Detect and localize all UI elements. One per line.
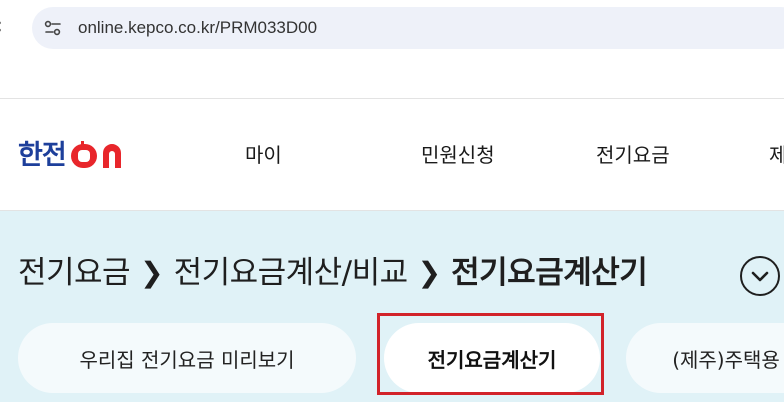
breadcrumb: 전기요금 ❯ 전기요금계산/비교 ❯ 전기요금계산기 bbox=[18, 253, 648, 293]
site-header: 한전 마이 민원신청 전기요금 제 bbox=[0, 98, 784, 211]
chevron-right-icon: ❯ bbox=[140, 256, 164, 289]
logo-on-mark bbox=[70, 141, 121, 168]
nav-item-partial[interactable]: 제 bbox=[769, 142, 784, 168]
tab-label: (제주)주택용 bbox=[672, 347, 780, 372]
nav-item-electricity-bill[interactable]: 전기요금 bbox=[596, 142, 670, 168]
logo-text: 한전 bbox=[18, 140, 67, 171]
kepco-on-logo[interactable]: 한전 bbox=[18, 139, 132, 173]
browser-toolbar: ‹ online.kepco.co.kr/PRM033D00 bbox=[0, 0, 784, 56]
nav-item-civil-application[interactable]: 민원신청 bbox=[421, 142, 495, 168]
breadcrumb-item-calc-compare[interactable]: 전기요금계산/비교 bbox=[174, 253, 409, 293]
breadcrumb-menu-toggle[interactable] bbox=[740, 256, 780, 296]
nav-item-my[interactable]: 마이 bbox=[245, 142, 282, 168]
address-bar[interactable]: online.kepco.co.kr/PRM033D00 bbox=[32, 7, 784, 49]
tune-icon[interactable] bbox=[42, 17, 64, 39]
page-hero: 전기요금 ❯ 전기요금계산/비교 ❯ 전기요금계산기 우리집 전기요금 미리보기… bbox=[0, 211, 784, 402]
chevron-right-icon: ❯ bbox=[417, 256, 442, 289]
tab-bill-preview[interactable]: 우리집 전기요금 미리보기 bbox=[18, 323, 356, 393]
breadcrumb-item-current: 전기요금계산기 bbox=[451, 255, 648, 291]
breadcrumb-item-bill[interactable]: 전기요금 bbox=[18, 253, 131, 293]
url-text[interactable]: online.kepco.co.kr/PRM033D00 bbox=[78, 17, 317, 39]
chevron-down-icon bbox=[751, 271, 769, 282]
highlight-outline bbox=[377, 313, 604, 395]
tab-jeju-residential[interactable]: (제주)주택용 bbox=[626, 323, 784, 393]
back-arrow-icon[interactable]: ‹ bbox=[0, 14, 3, 40]
tab-label: 우리집 전기요금 미리보기 bbox=[79, 347, 295, 372]
